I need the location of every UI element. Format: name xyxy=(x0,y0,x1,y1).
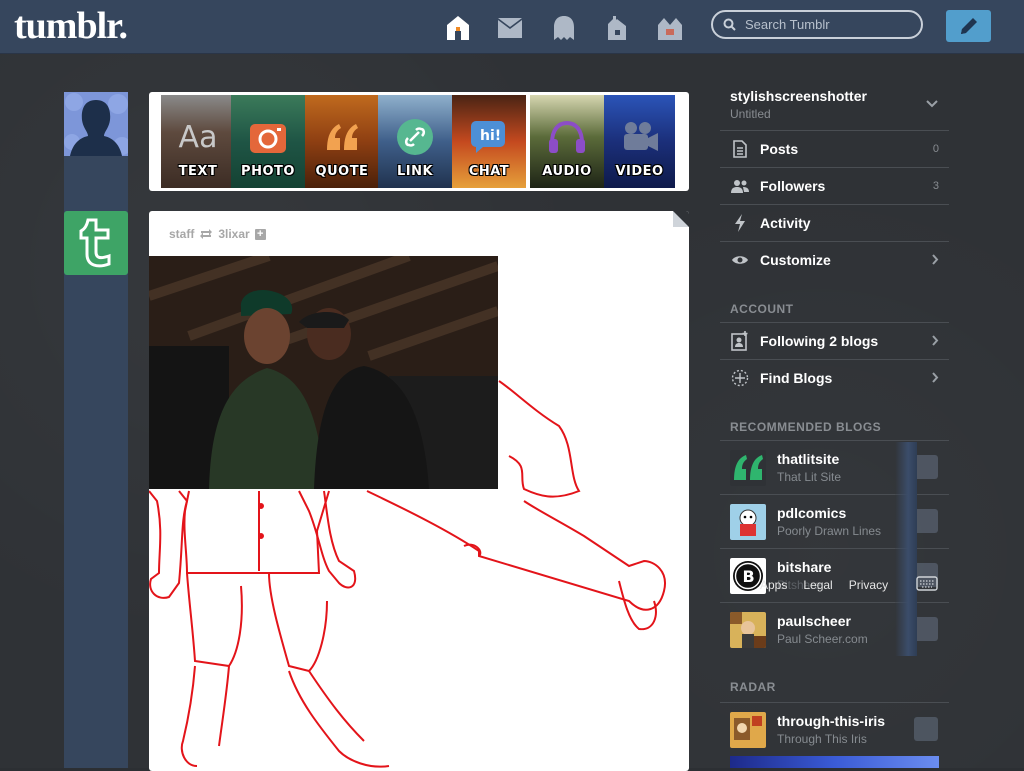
lightning-icon xyxy=(730,214,750,232)
chevron-right-icon xyxy=(932,372,939,383)
tumblr-logo[interactable]: tumblr. xyxy=(14,4,128,48)
chevron-right-icon xyxy=(932,335,939,346)
recommended-blogs-title: RECOMMENDED BLOGS xyxy=(730,420,882,434)
footer-link-legal[interactable]: Legal xyxy=(803,578,832,592)
blog-avatar xyxy=(730,504,766,540)
camera-icon xyxy=(248,117,288,157)
follow-blog-button[interactable] xyxy=(914,455,938,479)
chat-icon: hi! xyxy=(469,117,509,157)
blog-avatar xyxy=(730,450,766,486)
keyboard-icon[interactable] xyxy=(916,576,938,591)
eye-icon xyxy=(730,251,750,269)
ghost-icon[interactable] xyxy=(551,14,577,42)
following-icon xyxy=(730,331,750,351)
house-icon[interactable] xyxy=(604,14,630,42)
quote-icon xyxy=(322,117,362,157)
text-icon: Aa xyxy=(178,119,218,155)
tumblr-t-icon xyxy=(79,218,111,268)
follow-blog-button[interactable] xyxy=(914,617,938,641)
tooltip-overlay xyxy=(895,442,917,656)
sidebar-blog-name[interactable]: stylishscreenshotter xyxy=(730,88,867,104)
post-type-link-button[interactable]: LINK xyxy=(378,95,452,188)
follow-blog-button[interactable] xyxy=(914,717,938,741)
radar-section-title: RADAR xyxy=(730,680,776,694)
link-icon xyxy=(395,117,435,157)
chevron-right-icon xyxy=(932,254,939,265)
post-type-photo-button[interactable]: PHOTO xyxy=(231,95,305,188)
footer-link-privacy[interactable]: Privacy xyxy=(849,578,888,592)
post-type-selector: Aa TEXT PHOTO QUOTE LINK hi! CHAT AUDIO xyxy=(149,92,689,191)
account-section-title: ACCOUNT xyxy=(730,302,794,316)
blog-avatar xyxy=(730,712,766,748)
post-type-chat-button[interactable]: hi! CHAT xyxy=(452,95,526,188)
radar-blog-through-this-iris[interactable]: through-this-iris Through This Iris xyxy=(720,702,949,756)
sidebar-item-find-blogs[interactable]: Find Blogs xyxy=(720,359,949,396)
document-icon xyxy=(730,140,750,158)
sidebar-item-customize[interactable]: Customize xyxy=(720,241,949,278)
post-type-text-button[interactable]: Aa TEXT xyxy=(161,95,235,188)
sidebar-blog-subtitle: Untitled xyxy=(730,107,771,121)
post-corner-fold xyxy=(673,211,689,227)
store-icon[interactable] xyxy=(657,14,683,42)
post-type-quote-button[interactable]: QUOTE xyxy=(305,95,379,188)
red-line-drawing xyxy=(149,380,666,768)
top-navigation-bar: tumblr. xyxy=(0,0,1024,54)
home-icon[interactable] xyxy=(445,14,471,42)
search-icon xyxy=(723,18,736,31)
svg-text:hi!: hi! xyxy=(480,128,501,144)
sidebar-item-activity[interactable]: Activity xyxy=(720,204,949,241)
pencil-icon xyxy=(960,18,977,34)
chevron-down-icon[interactable] xyxy=(926,100,938,108)
headphones-icon xyxy=(547,117,587,157)
staff-blog-avatar[interactable] xyxy=(64,211,128,275)
compass-icon xyxy=(730,369,750,387)
radar-post-image[interactable] xyxy=(730,756,939,768)
sidebar-item-followers[interactable]: Followers 3 xyxy=(720,167,949,204)
users-icon xyxy=(730,177,750,195)
video-camera-icon xyxy=(620,117,660,157)
sidebar-item-posts[interactable]: Posts 0 xyxy=(720,130,949,167)
follow-blog-button[interactable] xyxy=(914,509,938,533)
sidebar-item-following[interactable]: Following 2 blogs xyxy=(720,322,949,359)
search-field[interactable] xyxy=(711,10,923,39)
compose-post-button[interactable] xyxy=(946,10,991,42)
blog-avatar xyxy=(730,612,766,648)
footer-link-apps[interactable]: Apps xyxy=(760,578,787,592)
post-type-video-button[interactable]: VIDEO xyxy=(604,95,675,188)
footer-links: Apps Legal Privacy xyxy=(760,578,888,592)
dashboard-post: staff 3lixar + xyxy=(149,211,689,771)
svg-text:B: B xyxy=(743,567,755,586)
search-input[interactable] xyxy=(743,16,917,33)
post-type-audio-button[interactable]: AUDIO xyxy=(530,95,604,188)
user-avatar[interactable] xyxy=(64,92,128,156)
inbox-icon[interactable] xyxy=(497,14,523,42)
